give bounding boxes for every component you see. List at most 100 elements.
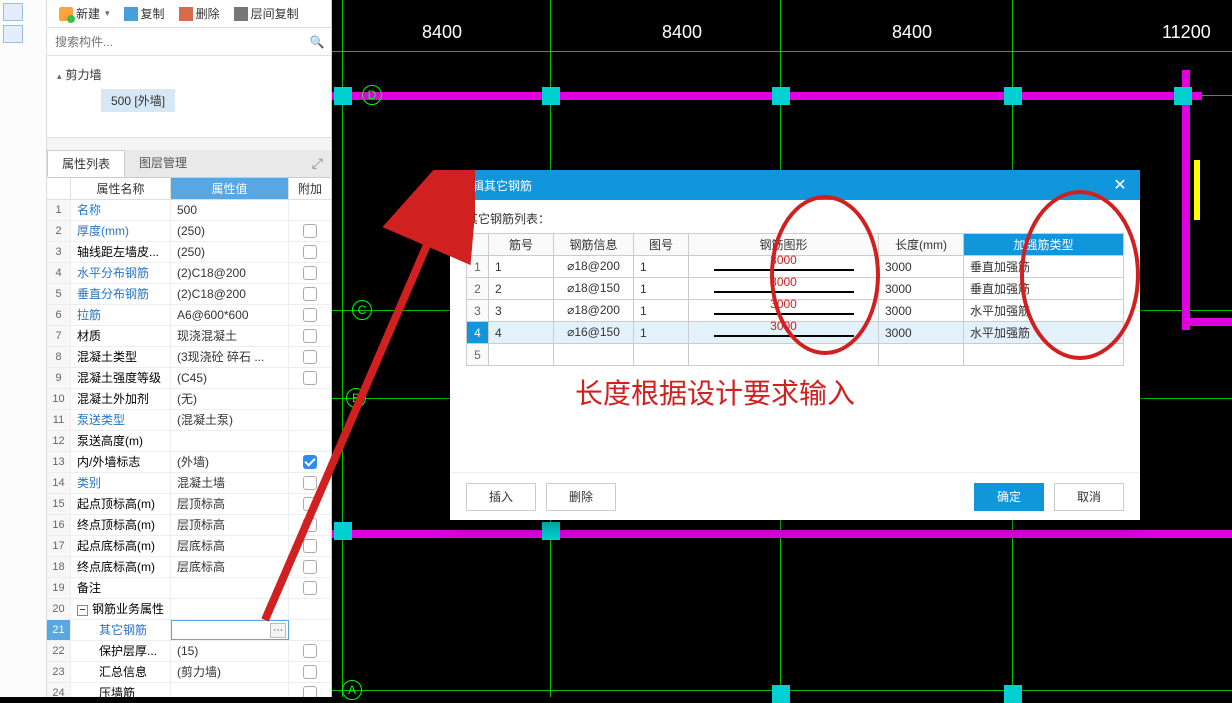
checkbox[interactable] [303, 455, 317, 469]
cell-no[interactable]: 4 [489, 322, 554, 344]
prop-header-value[interactable]: 属性值 [171, 178, 289, 199]
checkbox[interactable] [303, 497, 317, 511]
tab-attributes[interactable]: 属性列表 [47, 150, 125, 177]
prop-row[interactable]: 4水平分布钢筋(2)C18@200 [47, 263, 331, 284]
cell-len[interactable]: 3000 [879, 278, 964, 300]
cancel-button[interactable]: 取消 [1054, 483, 1124, 511]
prop-row[interactable]: 10混凝土外加剂(无) [47, 389, 331, 410]
prop-row-value[interactable]: (外墙) [171, 452, 289, 472]
prop-row[interactable]: 22保护层厚...(15) [47, 641, 331, 662]
prop-row-value[interactable]: (剪力墙) [171, 662, 289, 682]
cell-no[interactable]: 3 [489, 300, 554, 322]
col-no[interactable]: 筋号 [489, 234, 554, 256]
prop-row[interactable]: 6拉筋A6@600*600 [47, 305, 331, 326]
prop-row-value[interactable]: A6@600*600 [171, 305, 289, 325]
prop-row[interactable]: 24压墙筋 [47, 683, 331, 697]
prop-row-value[interactable] [171, 599, 289, 619]
prop-row-value[interactable]: (3现浇砼 碎石 ... [171, 347, 289, 367]
prop-row[interactable]: 11泵送类型(混凝土泵) [47, 410, 331, 431]
prop-row[interactable]: 17起点底标高(m)层底标高 [47, 536, 331, 557]
rebar-row[interactable]: 44⌀16@150130003000水平加强筋 [467, 322, 1124, 344]
search-icon[interactable]: 🔍 [303, 29, 331, 55]
prop-row[interactable]: 18终点底标高(m)层底标高 [47, 557, 331, 578]
mini-icon-1[interactable] [3, 3, 23, 21]
cell-fig[interactable]: 1 [634, 300, 689, 322]
checkbox[interactable] [303, 518, 317, 532]
checkbox[interactable] [303, 644, 317, 658]
checkbox[interactable] [303, 308, 317, 322]
cell-type[interactable]: 水平加强筋 [964, 300, 1124, 322]
prop-row[interactable]: 13内/外墙标志(外墙) [47, 452, 331, 473]
search-input[interactable] [47, 29, 303, 55]
prop-row-value[interactable]: (250) [171, 221, 289, 241]
cell-len[interactable]: 3000 [879, 256, 964, 278]
collapse-icon[interactable]: − [77, 605, 88, 616]
prop-row[interactable]: 3轴线距左墙皮...(250) [47, 242, 331, 263]
layer-copy-button[interactable]: 层间复制 [228, 3, 305, 24]
prop-row[interactable]: 9混凝土强度等级(C45) [47, 368, 331, 389]
prop-row-value[interactable] [171, 431, 289, 451]
tree-child[interactable]: 500 [外墙] [101, 89, 175, 112]
prop-row-value[interactable]: (无) [171, 389, 289, 409]
delete-button[interactable]: 删除 [173, 3, 226, 24]
cell-fig[interactable]: 1 [634, 256, 689, 278]
prop-row-value[interactable]: 层底标高 [171, 557, 289, 577]
checkbox[interactable] [303, 581, 317, 595]
component-tree[interactable]: ▴剪力墙 500 [外墙] [47, 56, 331, 138]
cell-type[interactable]: 垂直加强筋 [964, 256, 1124, 278]
tab-layers[interactable]: 图层管理 [125, 150, 201, 177]
tree-root[interactable]: ▴剪力墙 [57, 64, 321, 85]
col-len[interactable]: 长度(mm) [879, 234, 964, 256]
cell-no[interactable]: 1 [489, 256, 554, 278]
prop-row-value[interactable]: 混凝土墙 [171, 473, 289, 493]
checkbox[interactable] [303, 266, 317, 280]
checkbox[interactable] [303, 539, 317, 553]
prop-row[interactable]: 20−钢筋业务属性 [47, 599, 331, 620]
insert-button[interactable]: 插入 [466, 483, 536, 511]
cell-info[interactable]: ⌀18@200 [554, 256, 634, 278]
checkbox[interactable] [303, 329, 317, 343]
checkbox[interactable] [303, 665, 317, 679]
prop-row[interactable]: 7材质现浇混凝土 [47, 326, 331, 347]
cell-shape[interactable]: 3000 [689, 322, 879, 344]
prop-row[interactable]: 19备注 [47, 578, 331, 599]
prop-row[interactable]: 8混凝土类型(3现浇砼 碎石 ... [47, 347, 331, 368]
prop-row-value[interactable]: 层顶标高 [171, 515, 289, 535]
cell-no[interactable]: 2 [489, 278, 554, 300]
ok-button[interactable]: 确定 [974, 483, 1044, 511]
checkbox[interactable] [303, 371, 317, 385]
cell-info[interactable]: ⌀16@150 [554, 322, 634, 344]
expand-icon[interactable]: ⤢ [304, 155, 331, 172]
prop-row-value[interactable]: 500 [171, 200, 289, 220]
checkbox[interactable] [303, 350, 317, 364]
rebar-row-empty[interactable]: 5 [467, 344, 1124, 366]
prop-row[interactable]: 21其它钢筋⋯ [47, 620, 331, 641]
prop-row[interactable]: 16终点顶标高(m)层顶标高 [47, 515, 331, 536]
checkbox[interactable] [303, 287, 317, 301]
dialog-delete-button[interactable]: 删除 [546, 483, 616, 511]
cell-info[interactable]: ⌀18@150 [554, 278, 634, 300]
prop-body[interactable]: 1名称5002厚度(mm)(250)3轴线距左墙皮...(250)4水平分布钢筋… [47, 200, 331, 697]
cell-fig[interactable]: 1 [634, 278, 689, 300]
mini-icon-2[interactable] [3, 25, 23, 43]
cell-info[interactable]: ⌀18@200 [554, 300, 634, 322]
checkbox[interactable] [303, 476, 317, 490]
col-type[interactable]: 加强筋类型 [964, 234, 1124, 256]
prop-row-value[interactable]: (2)C18@200 [171, 284, 289, 304]
prop-row-value[interactable]: (2)C18@200 [171, 263, 289, 283]
prop-row-value[interactable]: (混凝土泵) [171, 410, 289, 430]
prop-row[interactable]: 12泵送高度(m) [47, 431, 331, 452]
checkbox[interactable] [303, 560, 317, 574]
prop-row[interactable]: 15起点顶标高(m)层顶标高 [47, 494, 331, 515]
prop-row-value[interactable]: 层顶标高 [171, 494, 289, 514]
ellipsis-button[interactable]: ⋯ [270, 623, 286, 638]
checkbox[interactable] [303, 686, 317, 697]
cell-len[interactable]: 3000 [879, 322, 964, 344]
prop-row[interactable]: 14类别混凝土墙 [47, 473, 331, 494]
cell-fig[interactable]: 1 [634, 322, 689, 344]
cell-type[interactable]: 水平加强筋 [964, 322, 1124, 344]
prop-row-value[interactable]: ⋯ [171, 620, 289, 640]
prop-row[interactable]: 2厚度(mm)(250) [47, 221, 331, 242]
prop-row[interactable]: 5垂直分布钢筋(2)C18@200 [47, 284, 331, 305]
close-icon[interactable]: ✕ [1110, 175, 1130, 195]
